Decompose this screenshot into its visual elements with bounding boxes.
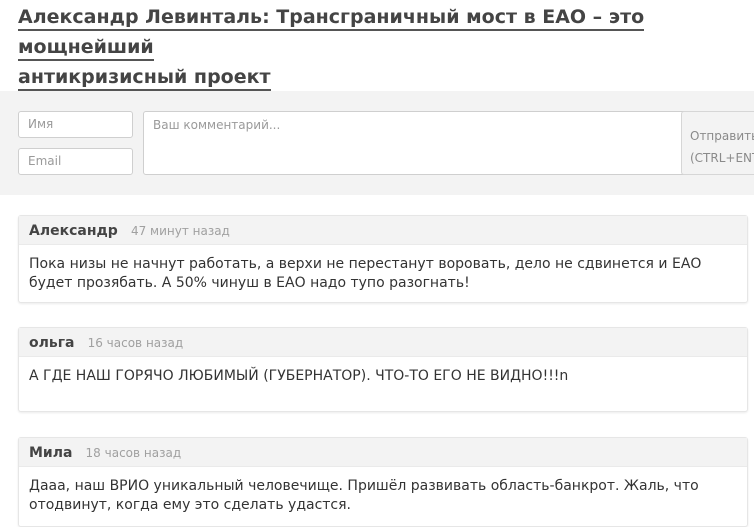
comment-item: ольга 16 часов назад А ГДЕ НАШ ГОРЯЧО ЛЮ… bbox=[18, 327, 748, 412]
send-button[interactable]: Отправить (CTRL+ENTER) bbox=[681, 111, 754, 175]
name-input[interactable]: Имя bbox=[18, 111, 133, 138]
comment-form: Имя Email Ваш комментарий... Отправить (… bbox=[0, 91, 754, 195]
comment-item: Александр 47 минут назад Пока низы не на… bbox=[18, 215, 748, 303]
comment-textarea[interactable]: Ваш комментарий... bbox=[143, 111, 703, 175]
name-placeholder: Имя bbox=[28, 117, 54, 131]
comment-header: Мила 18 часов назад bbox=[19, 438, 747, 467]
comment-item: Мила 18 часов назад Дааа, наш ВРИО уника… bbox=[18, 437, 748, 527]
comment-time: 47 минут назад bbox=[130, 224, 230, 238]
comment-author: ольга bbox=[29, 335, 75, 351]
email-placeholder: Email bbox=[28, 154, 62, 168]
article-title-line1[interactable]: Александр Левинталь: Трансграничный мост… bbox=[18, 6, 645, 61]
comment-time: 18 часов назад bbox=[85, 446, 182, 460]
comment-text: Пока низы не начнут работать, а верхи не… bbox=[29, 256, 702, 291]
comment-text: А ГДЕ НАШ ГОРЯЧО ЛЮБИМЫЙ (ГУБЕРНАТОР). Ч… bbox=[29, 368, 569, 384]
comment-time: 16 часов назад bbox=[87, 336, 184, 350]
send-button-label: Отправить bbox=[690, 129, 754, 143]
comment-text: Дааа, наш ВРИО уникальный человечище. Пр… bbox=[29, 478, 699, 513]
send-button-hint: (CTRL+ENTER) bbox=[690, 151, 754, 165]
article-title[interactable]: Александр Левинталь: Трансграничный мост… bbox=[18, 2, 708, 92]
email-input[interactable]: Email bbox=[18, 148, 133, 175]
comment-header: ольга 16 часов назад bbox=[19, 328, 747, 357]
article-title-line2[interactable]: антикризисный проект bbox=[18, 66, 271, 91]
comment-header: Александр 47 минут назад bbox=[19, 216, 747, 245]
comment-placeholder: Ваш комментарий... bbox=[153, 118, 281, 132]
comment-author: Александр bbox=[29, 223, 118, 239]
comment-author: Мила bbox=[29, 445, 73, 461]
